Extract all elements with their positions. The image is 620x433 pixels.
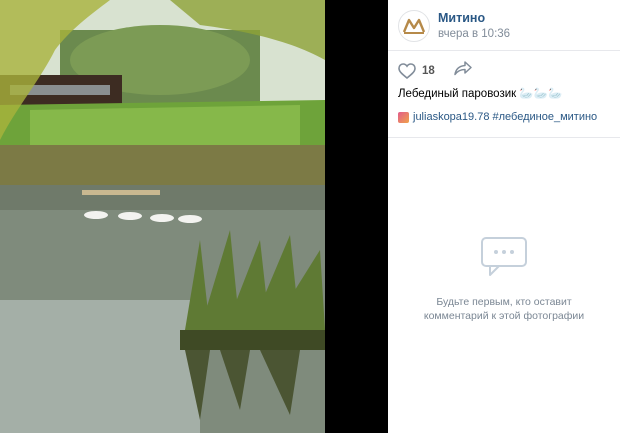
post-caption: Лебединый паровозик 🦢🦢🦢	[398, 88, 563, 100]
instagram-icon	[398, 111, 409, 123]
side-panel: Митино вчера в 10:36 18 Лебединый парово…	[388, 0, 620, 433]
comment-bubble-icon	[481, 237, 527, 276]
heart-icon	[398, 62, 416, 79]
comments-empty-text: Будьте первым, кто оставит комментарий к…	[388, 295, 620, 323]
share-arrow-icon	[454, 61, 472, 76]
post-tags: juliaskopa19.78 #лебединое_митино	[398, 111, 597, 123]
photo[interactable]	[0, 0, 325, 433]
tag-user-link[interactable]: juliaskopa19.78	[413, 111, 489, 123]
avatar[interactable]	[398, 10, 430, 42]
photo-viewer: Митино вчера в 10:36 18 Лебединый парово…	[0, 0, 620, 433]
post-actions: 18	[398, 60, 473, 81]
author-name[interactable]: Митино	[438, 10, 510, 26]
like-count: 18	[422, 64, 435, 77]
like-button[interactable]: 18	[398, 62, 435, 79]
post-date[interactable]: вчера в 10:36	[438, 26, 510, 42]
hashtag-link[interactable]: #лебединое_митино	[493, 111, 598, 123]
empty-line-1: Будьте первым, кто оставит	[436, 296, 572, 308]
post-author: Митино вчера в 10:36	[398, 10, 510, 42]
metro-logo-icon	[401, 13, 427, 39]
photo-area	[0, 0, 388, 433]
share-button[interactable]	[453, 60, 473, 81]
empty-line-2: комментарий к этой фотографии	[423, 310, 585, 322]
divider	[388, 137, 620, 138]
divider	[388, 50, 620, 51]
comments-empty-state: Будьте первым, кто оставит комментарий к…	[388, 236, 620, 323]
